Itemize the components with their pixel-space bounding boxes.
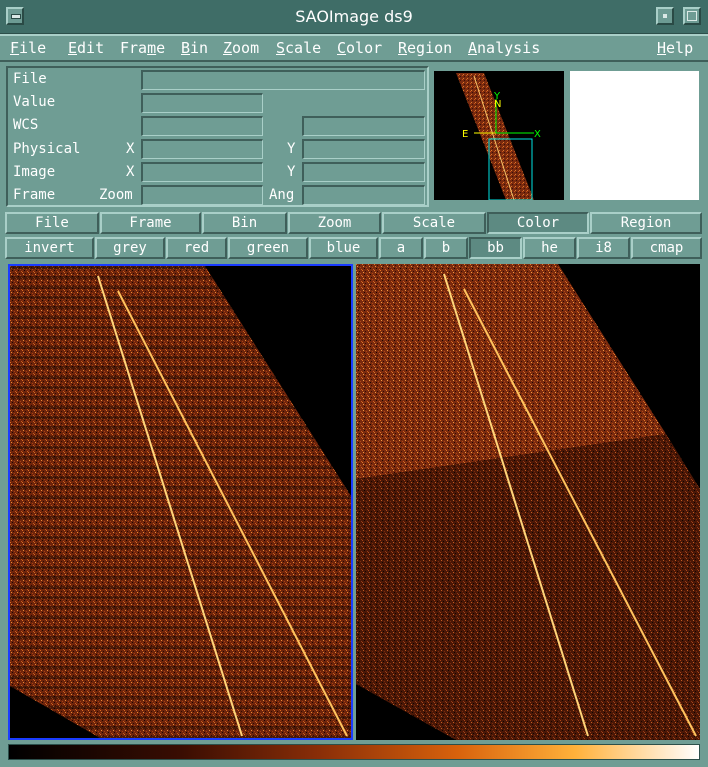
image-label: Image (13, 164, 56, 180)
button-frame[interactable]: Frame (100, 212, 201, 234)
panner[interactable]: N E X Y (434, 71, 564, 200)
magnifier (570, 71, 699, 200)
axis-y-text: Y (493, 91, 501, 102)
colormap-b[interactable]: b (424, 237, 468, 259)
menu-analysis[interactable]: Analysis (468, 39, 540, 57)
menu-file[interactable]: File (10, 39, 46, 57)
ang-field (302, 185, 425, 205)
compass-east-text: E (462, 129, 468, 140)
image-y-field (302, 162, 425, 182)
menu-color[interactable]: Color (337, 39, 382, 57)
menubar: File Edit Frame Bin Zoom Scale Color Reg… (0, 34, 708, 62)
maximize-button[interactable] (683, 7, 701, 25)
colormap-i8[interactable]: i8 (577, 237, 630, 259)
button-file[interactable]: File (5, 212, 99, 234)
button-region[interactable]: Region (590, 212, 702, 234)
minimize-button[interactable] (656, 7, 674, 25)
physical-x-label: X (126, 141, 135, 157)
menu-region[interactable]: Region (398, 39, 452, 57)
image-x-field (141, 162, 263, 182)
colorbar-gradient (9, 745, 699, 759)
ang-label: Ang (269, 187, 295, 203)
colormap-a[interactable]: a (379, 237, 423, 259)
menu-help[interactable]: Help (657, 39, 693, 57)
value-label: Value (13, 94, 56, 110)
wcs-field-1 (141, 116, 263, 136)
colormap-red[interactable]: red (166, 237, 227, 259)
colormap-cmap[interactable]: cmap (631, 237, 702, 259)
image-x-label: X (126, 164, 135, 180)
panner-thumbnail: N E X Y (456, 73, 541, 200)
button-bin[interactable]: Bin (202, 212, 287, 234)
zoom-label: Zoom (99, 187, 133, 203)
axis-x-text: X (534, 129, 541, 140)
colormap-blue[interactable]: blue (309, 237, 378, 259)
title-bar: SAOImage ds9 (0, 0, 708, 34)
physical-y-label: Y (287, 141, 296, 157)
menu-scale[interactable]: Scale (276, 39, 321, 57)
zoom-field (141, 185, 263, 205)
frame-2-image (356, 264, 700, 740)
file-field (141, 70, 425, 90)
colormap-grey[interactable]: grey (95, 237, 165, 259)
image-frame-2[interactable] (356, 264, 700, 740)
colormap-bb[interactable]: bb (469, 237, 522, 259)
window-title: SAOImage ds9 (295, 7, 413, 26)
frame-label: Frame (13, 187, 56, 203)
info-panel: File Value WCS Physical Image Frame X Y … (6, 66, 429, 207)
physical-x-field (141, 139, 263, 159)
menu-zoom[interactable]: Zoom (223, 39, 259, 57)
physical-y-field (302, 139, 425, 159)
button-zoom[interactable]: Zoom (288, 212, 381, 234)
physical-label: Physical (13, 141, 81, 157)
menu-edit[interactable]: Edit (68, 39, 104, 57)
image-frame-1[interactable] (8, 264, 353, 740)
button-scale[interactable]: Scale (382, 212, 486, 234)
menu-frame[interactable]: Frame (120, 39, 165, 57)
menu-bin[interactable]: Bin (181, 39, 208, 57)
wcs-field-2 (302, 116, 425, 136)
colormap-green[interactable]: green (228, 237, 308, 259)
frame-1-image (10, 266, 351, 738)
colormap-he[interactable]: he (523, 237, 576, 259)
value-field (141, 93, 263, 113)
colorbar[interactable] (8, 744, 700, 760)
button-color[interactable]: Color (487, 212, 589, 234)
colormap-invert[interactable]: invert (5, 237, 94, 259)
image-y-label: Y (287, 164, 296, 180)
wcs-label: WCS (13, 117, 39, 133)
file-label: File (13, 71, 47, 87)
